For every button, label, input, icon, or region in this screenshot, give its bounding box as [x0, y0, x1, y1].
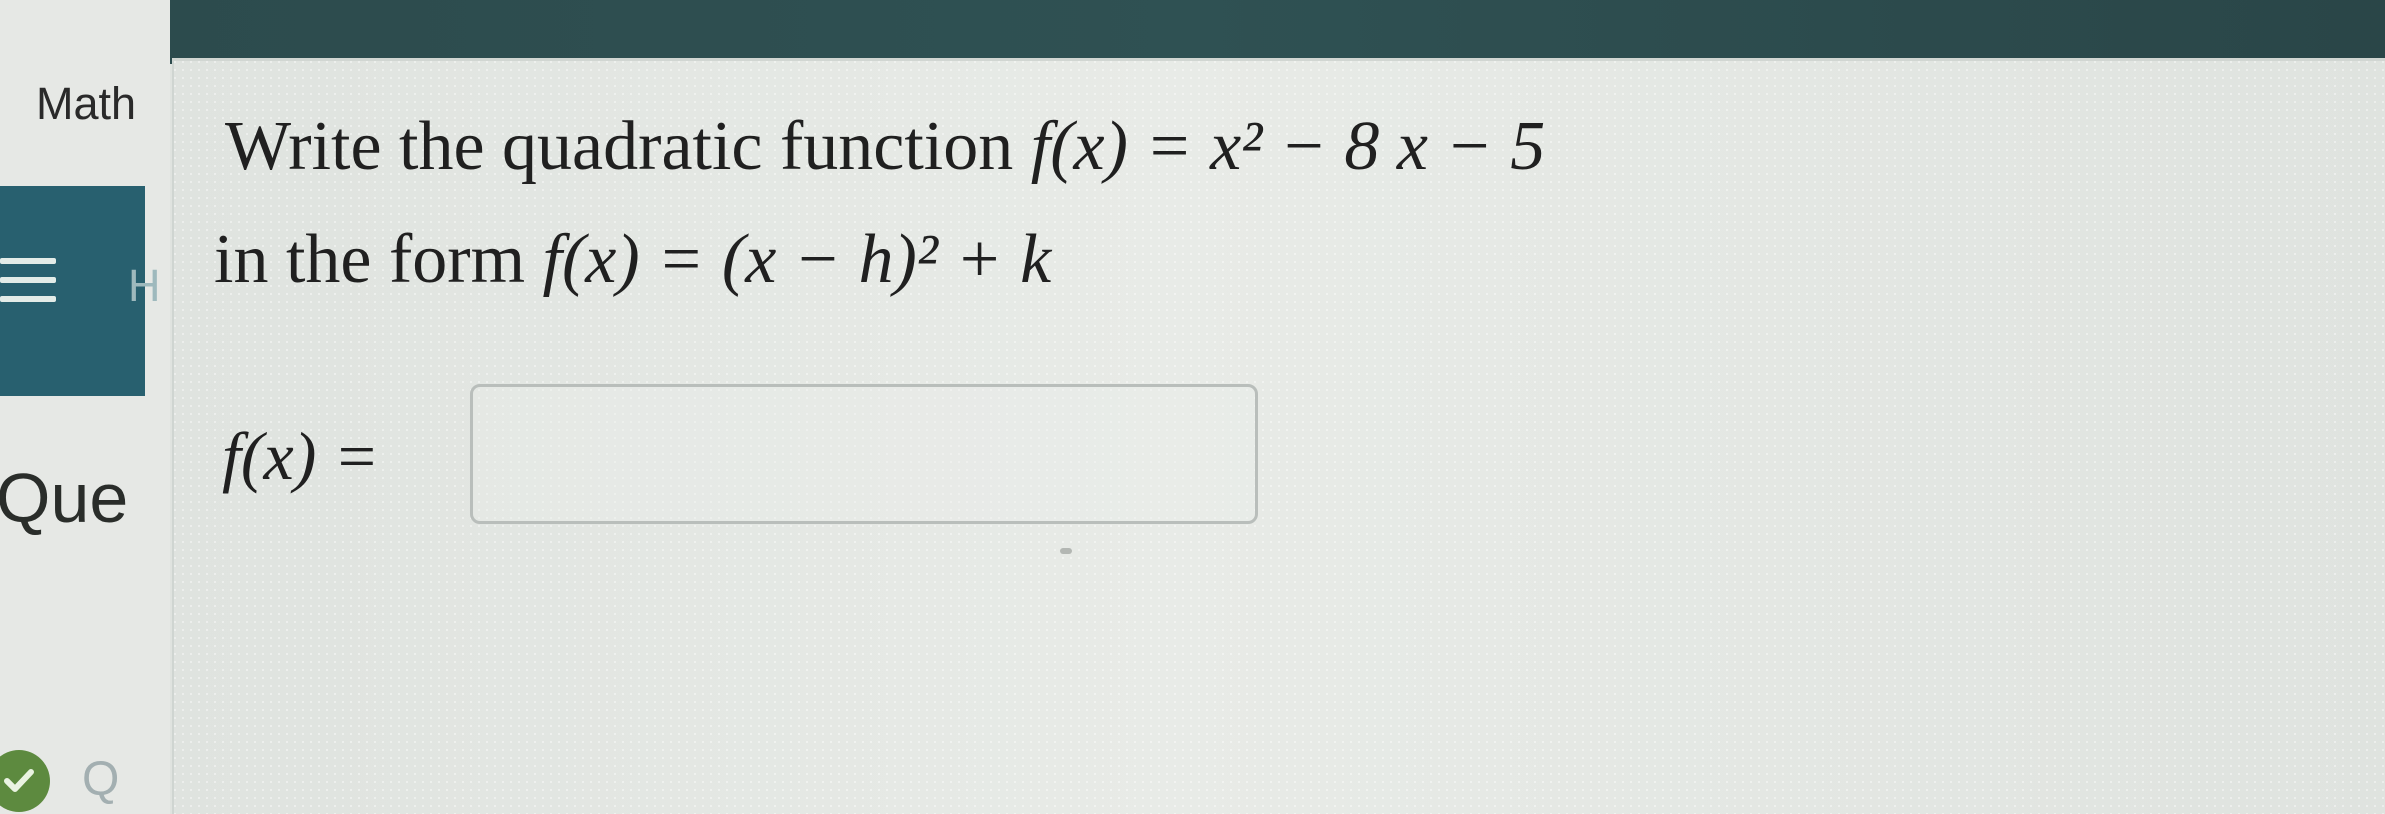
top-navigation-bar — [0, 0, 2385, 64]
sidebar: Math H Que Q — [0, 0, 170, 814]
app-label: Math — [36, 78, 137, 129]
question-prompt: Write the quadratic function f(x) = x² −… — [225, 112, 1545, 182]
hamburger-icon[interactable] — [0, 258, 56, 302]
answer-input[interactable] — [470, 384, 1258, 524]
section-heading: Que — [0, 459, 129, 537]
vertex-form: f(x) = (x − h)² + k — [542, 221, 1052, 298]
hamburger-line — [0, 296, 56, 302]
math-question-screen: Math H Que Q Write the quadratic functio… — [0, 0, 2385, 814]
prompt-prefix: Write the quadratic function — [225, 108, 1014, 185]
question-instruction: in the form f(x) = (x − h)² + k — [214, 225, 1051, 295]
check-icon — [0, 750, 50, 812]
cursor-mark — [1060, 548, 1072, 554]
prompt-function: f(x) = x² − 8 x − 5 — [1030, 108, 1546, 185]
answer-label: f(x) = — [222, 418, 380, 494]
menu-label[interactable]: H — [128, 260, 161, 312]
question-list-label[interactable]: Q — [82, 752, 119, 807]
hamburger-line — [0, 277, 56, 283]
instruction-prefix: in the form — [214, 221, 526, 298]
hamburger-line — [0, 258, 56, 264]
